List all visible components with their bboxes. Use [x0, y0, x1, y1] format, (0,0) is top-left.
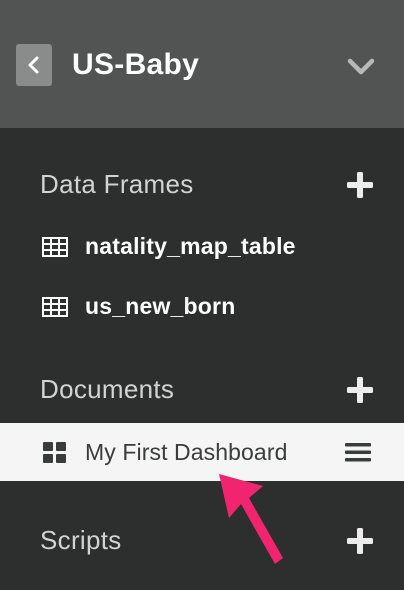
scripts-heading: Scripts [40, 525, 122, 555]
data-frame-item-us-new-born[interactable]: us_new_born [0, 286, 404, 326]
data-frame-label: us_new_born [85, 293, 236, 319]
project-sidebar: US-Baby Data Frames natality_map_table u… [0, 0, 404, 590]
data-frames-heading: Data Frames [40, 169, 194, 199]
project-header: US-Baby [0, 0, 404, 128]
dashboard-icon [43, 442, 66, 463]
add-document-plus-icon[interactable] [345, 375, 375, 405]
add-script-plus-icon[interactable] [345, 526, 375, 556]
chevron-left-icon [28, 56, 39, 74]
table-icon [42, 237, 68, 257]
table-icon [42, 297, 68, 317]
data-frame-item-natality-map-table[interactable]: natality_map_table [0, 226, 404, 266]
back-button[interactable] [16, 44, 52, 86]
data-frame-label: natality_map_table [85, 233, 296, 259]
add-data-frame-plus-icon[interactable] [345, 170, 375, 200]
chevron-down-icon[interactable] [344, 52, 378, 80]
documents-heading: Documents [40, 374, 175, 404]
hamburger-menu-icon[interactable] [345, 441, 371, 463]
annotation-arrow-icon [219, 474, 283, 564]
project-title[interactable]: US-Baby [72, 46, 199, 84]
document-item-my-first-dashboard[interactable]: My First Dashboard [0, 423, 404, 481]
